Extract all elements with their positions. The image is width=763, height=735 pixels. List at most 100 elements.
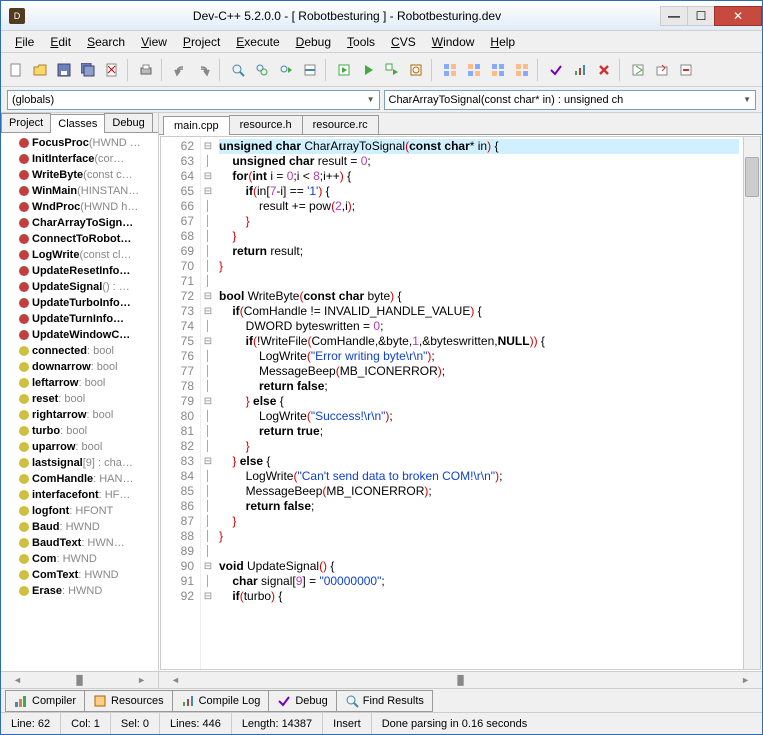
- tree-item[interactable]: WndProc (HWND h…: [5, 199, 158, 215]
- tree-item[interactable]: FocusProc (HWND …: [5, 135, 158, 151]
- grid1-icon[interactable]: [439, 59, 461, 81]
- code-editor[interactable]: 6263646566676869707172737475767778798081…: [160, 136, 761, 670]
- bottom-tab-debug[interactable]: Debug: [268, 690, 336, 712]
- class-tree[interactable]: FocusProc (HWND …InitInterface (cor…Writ…: [1, 133, 158, 601]
- code-line[interactable]: unsigned char result = 0;: [219, 154, 739, 169]
- code-line[interactable]: }: [219, 439, 739, 454]
- grid3-icon[interactable]: [487, 59, 509, 81]
- tree-item[interactable]: Erase : HWND: [5, 583, 158, 599]
- code-line[interactable]: char signal[9] = "00000000";: [219, 574, 739, 589]
- menu-help[interactable]: Help: [482, 33, 523, 51]
- close-file-icon[interactable]: [101, 59, 123, 81]
- bottom-tab-compile-log[interactable]: Compile Log: [172, 690, 270, 712]
- left-tab-classes[interactable]: Classes: [50, 114, 105, 133]
- tree-item[interactable]: leftarrow : bool: [5, 375, 158, 391]
- code-line[interactable]: }: [219, 214, 739, 229]
- menu-debug[interactable]: Debug: [288, 33, 339, 51]
- save-icon[interactable]: [53, 59, 75, 81]
- file-tab[interactable]: main.cpp: [163, 116, 230, 135]
- tree-item[interactable]: logfont : HFONT: [5, 503, 158, 519]
- menu-search[interactable]: Search: [79, 33, 133, 51]
- bottom-tab-resources[interactable]: Resources: [84, 690, 173, 712]
- code-line[interactable]: if(!WriteFile(ComHandle,&byte,1,&byteswr…: [219, 334, 739, 349]
- tree-item[interactable]: Baud : HWND: [5, 519, 158, 535]
- print-icon[interactable]: [135, 59, 157, 81]
- editor-hscrollbar[interactable]: ◄▐▌►: [159, 671, 762, 688]
- tree-item[interactable]: rightarrow : bool: [5, 407, 158, 423]
- left-scrollbar[interactable]: ◄▐▌►: [1, 671, 158, 688]
- fold-gutter[interactable]: ⊟│⊟⊟││││││⊟⊟│⊟│││⊟│││⊟││││││⊟│⊟: [201, 137, 215, 669]
- code-line[interactable]: } else {: [219, 394, 739, 409]
- code-line[interactable]: return true;: [219, 424, 739, 439]
- menu-file[interactable]: File: [7, 33, 42, 51]
- tree-item[interactable]: lastsignal [9] : cha…: [5, 455, 158, 471]
- minimize-button[interactable]: —: [660, 6, 688, 26]
- tree-item[interactable]: WinMain (HINSTAN…: [5, 183, 158, 199]
- code-line[interactable]: return result;: [219, 244, 739, 259]
- open-file-icon[interactable]: [29, 59, 51, 81]
- code-line[interactable]: [219, 544, 739, 559]
- code-line[interactable]: if(turbo) {: [219, 589, 739, 604]
- profile-icon[interactable]: [569, 59, 591, 81]
- new-project-icon[interactable]: [627, 59, 649, 81]
- code-line[interactable]: }: [219, 229, 739, 244]
- tree-item[interactable]: downarrow : bool: [5, 359, 158, 375]
- tree-item[interactable]: CharArrayToSign…: [5, 215, 158, 231]
- menu-project[interactable]: Project: [175, 33, 228, 51]
- file-tab[interactable]: resource.h: [229, 115, 303, 134]
- find-next-icon[interactable]: [275, 59, 297, 81]
- file-tab[interactable]: resource.rc: [302, 115, 379, 134]
- menu-view[interactable]: View: [133, 33, 175, 51]
- tree-item[interactable]: LogWrite (const cl…: [5, 247, 158, 263]
- code-area[interactable]: unsigned char CharArrayToSignal(const ch…: [215, 137, 743, 669]
- debug-check-icon[interactable]: [545, 59, 567, 81]
- code-line[interactable]: unsigned char CharArrayToSignal(const ch…: [219, 139, 739, 154]
- tree-item[interactable]: UpdateResetInfo…: [5, 263, 158, 279]
- code-line[interactable]: } else {: [219, 454, 739, 469]
- tree-item[interactable]: Com : HWND: [5, 551, 158, 567]
- bottom-tab-find-results[interactable]: Find Results: [336, 690, 433, 712]
- tree-item[interactable]: turbo : bool: [5, 423, 158, 439]
- tree-item[interactable]: interfacefont : HF…: [5, 487, 158, 503]
- code-line[interactable]: result += pow(2,i);: [219, 199, 739, 214]
- code-line[interactable]: return false;: [219, 499, 739, 514]
- code-line[interactable]: MessageBeep(MB_ICONERROR);: [219, 484, 739, 499]
- code-line[interactable]: MessageBeep(MB_ICONERROR);: [219, 364, 739, 379]
- goto-icon[interactable]: [299, 59, 321, 81]
- scope-dropdown[interactable]: (globals)▼: [7, 90, 380, 110]
- tree-item[interactable]: ConnectToRobot…: [5, 231, 158, 247]
- menu-window[interactable]: Window: [424, 33, 483, 51]
- tree-item[interactable]: UpdateSignal () : …: [5, 279, 158, 295]
- editor-vscrollbar[interactable]: [743, 137, 760, 669]
- code-line[interactable]: for(int i = 0;i < 8;i++) {: [219, 169, 739, 184]
- remove-icon[interactable]: [675, 59, 697, 81]
- rebuild-icon[interactable]: [405, 59, 427, 81]
- code-line[interactable]: DWORD byteswritten = 0;: [219, 319, 739, 334]
- code-line[interactable]: LogWrite("Error writing byte\r\n");: [219, 349, 739, 364]
- close-button[interactable]: ✕: [714, 6, 762, 26]
- bottom-tab-compiler[interactable]: Compiler: [5, 690, 85, 712]
- maximize-button[interactable]: ☐: [687, 6, 715, 26]
- code-line[interactable]: }: [219, 514, 739, 529]
- redo-icon[interactable]: [193, 59, 215, 81]
- code-line[interactable]: return false;: [219, 379, 739, 394]
- code-line[interactable]: [219, 274, 739, 289]
- tree-item[interactable]: ComHandle : HAN…: [5, 471, 158, 487]
- menu-tools[interactable]: Tools: [339, 33, 383, 51]
- code-line[interactable]: LogWrite("Can't send data to broken COM!…: [219, 469, 739, 484]
- tree-item[interactable]: connected : bool: [5, 343, 158, 359]
- tree-item[interactable]: WriteByte (const c…: [5, 167, 158, 183]
- grid2-icon[interactable]: [463, 59, 485, 81]
- find-icon[interactable]: [227, 59, 249, 81]
- export-icon[interactable]: [651, 59, 673, 81]
- tree-item[interactable]: UpdateTurboInfo…: [5, 295, 158, 311]
- tree-item[interactable]: UpdateTurnInfo…: [5, 311, 158, 327]
- code-line[interactable]: }: [219, 259, 739, 274]
- code-line[interactable]: if(ComHandle != INVALID_HANDLE_VALUE) {: [219, 304, 739, 319]
- tree-item[interactable]: UpdateWindowC…: [5, 327, 158, 343]
- left-tab-project[interactable]: Project: [1, 113, 51, 132]
- menu-edit[interactable]: Edit: [42, 33, 79, 51]
- code-line[interactable]: LogWrite("Success!\r\n");: [219, 409, 739, 424]
- undo-icon[interactable]: [169, 59, 191, 81]
- code-line[interactable]: void UpdateSignal() {: [219, 559, 739, 574]
